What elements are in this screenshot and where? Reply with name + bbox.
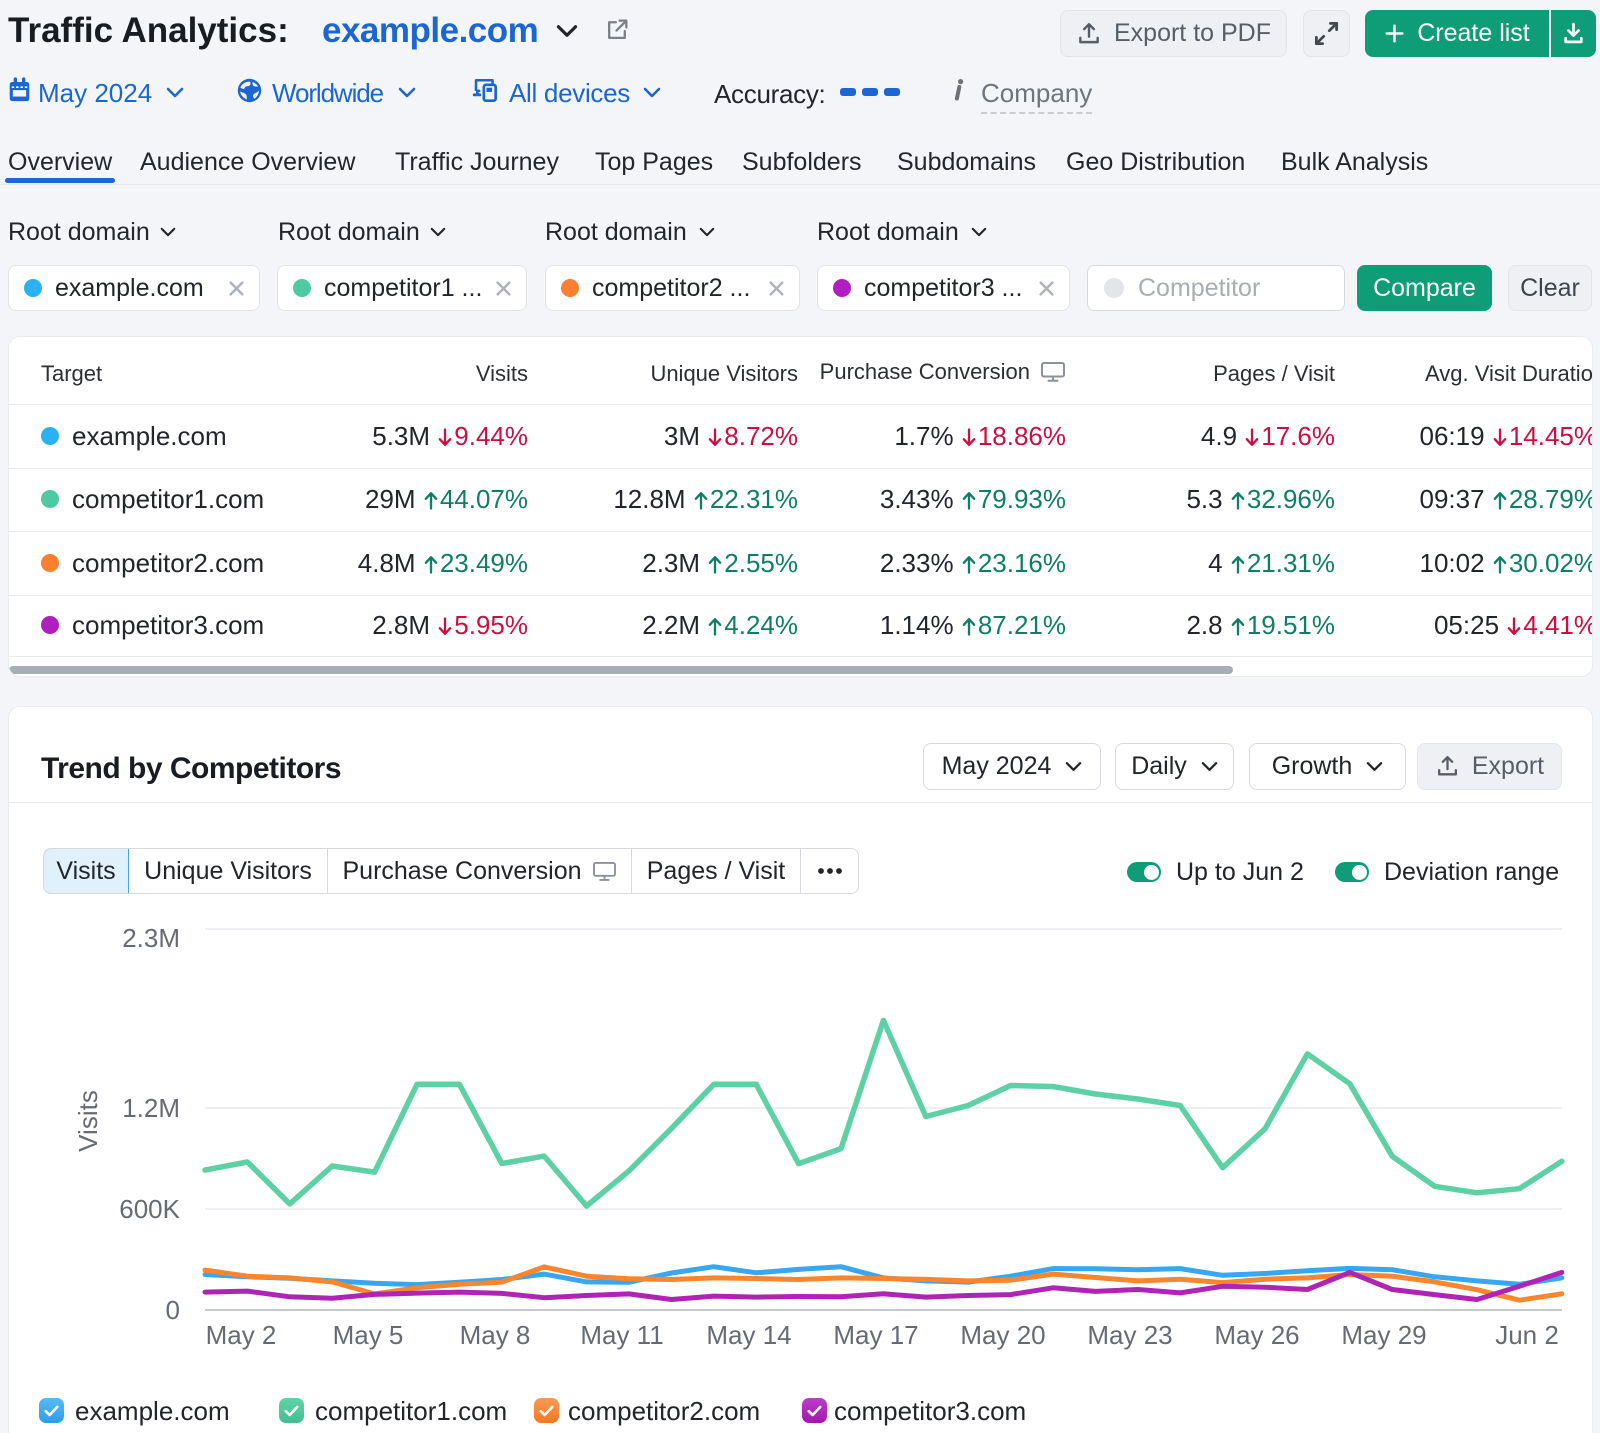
svg-text:May 8: May 8 <box>460 1320 531 1350</box>
svg-text:Visits: Visits <box>73 1090 103 1152</box>
svg-text:May 17: May 17 <box>833 1320 918 1350</box>
svg-text:May 14: May 14 <box>706 1320 791 1350</box>
svg-text:600K: 600K <box>119 1194 180 1224</box>
svg-text:2.3M: 2.3M <box>122 923 180 953</box>
svg-text:May 26: May 26 <box>1214 1320 1299 1350</box>
svg-text:May 2: May 2 <box>206 1320 277 1350</box>
svg-text:May 23: May 23 <box>1087 1320 1172 1350</box>
svg-text:May 29: May 29 <box>1341 1320 1426 1350</box>
svg-text:May 5: May 5 <box>333 1320 404 1350</box>
svg-text:May 20: May 20 <box>960 1320 1045 1350</box>
svg-text:0: 0 <box>166 1295 180 1325</box>
svg-text:May 11: May 11 <box>580 1320 663 1350</box>
svg-text:Jun 2: Jun 2 <box>1495 1320 1559 1350</box>
svg-text:1.2M: 1.2M <box>122 1093 180 1123</box>
